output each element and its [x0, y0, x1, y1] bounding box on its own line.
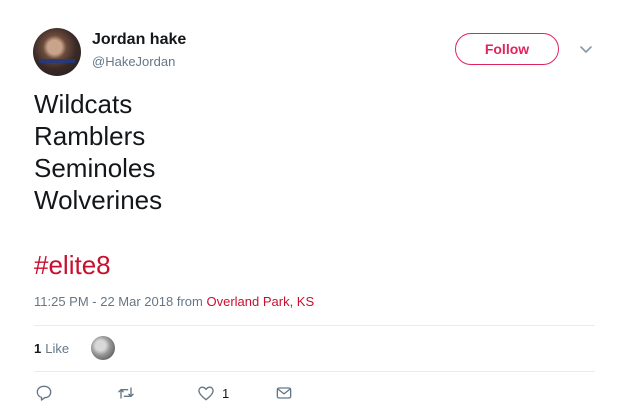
retweet-icon — [118, 387, 134, 399]
like-count: 1 — [222, 385, 230, 401]
tweet-line: Ramblers — [34, 121, 146, 151]
direct-message-button[interactable] — [274, 383, 294, 403]
divider — [34, 371, 595, 372]
from-label: from — [176, 294, 203, 309]
tweet-text: Wildcats Ramblers Seminoles Wolverines — [34, 88, 162, 216]
tweet-line: Wildcats — [34, 89, 133, 119]
liker-avatar[interactable] — [91, 336, 116, 360]
heart-icon — [198, 386, 214, 401]
hashtag-link[interactable]: #elite8 — [34, 249, 111, 281]
tweet-line: Seminoles — [34, 153, 156, 183]
tweet-metadata: 11:25 PM - 22 Mar 2018 from Overland Par… — [34, 294, 314, 309]
like-button[interactable]: 1 — [196, 383, 229, 403]
avatar[interactable] — [33, 28, 81, 76]
chevron-down-icon[interactable] — [577, 40, 595, 58]
user-name[interactable]: Jordan hake — [92, 31, 186, 49]
divider — [34, 325, 595, 326]
reply-icon — [36, 385, 52, 401]
follow-button[interactable]: Follow — [455, 33, 559, 65]
likes-count[interactable]: 1 — [34, 341, 41, 356]
location-link[interactable]: Overland Park, KS — [206, 294, 314, 309]
mail-icon — [276, 387, 292, 399]
likes-row: 1 Like — [34, 333, 116, 363]
user-handle[interactable]: @HakeJordan — [92, 54, 175, 69]
likes-label[interactable]: Like — [45, 341, 69, 356]
tweet-actions: 1 — [34, 383, 334, 405]
retweet-button[interactable] — [116, 383, 136, 403]
timestamp[interactable]: 11:25 PM - 22 Mar 2018 — [34, 294, 173, 309]
tweet-line: Wolverines — [34, 185, 163, 215]
reply-button[interactable] — [34, 383, 54, 403]
